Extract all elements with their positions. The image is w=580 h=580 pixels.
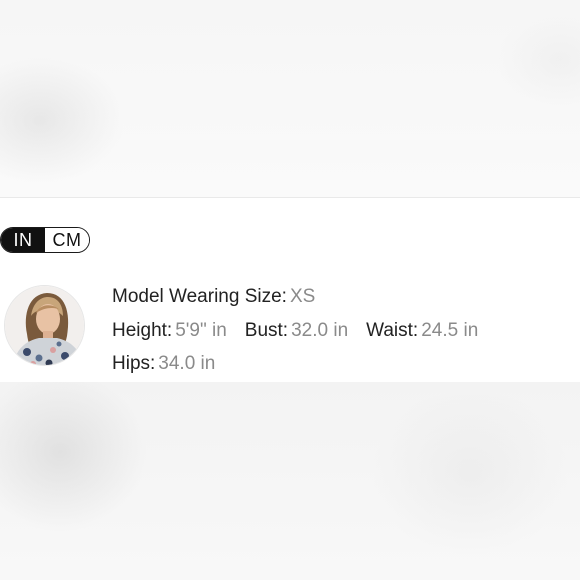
size-value: XS xyxy=(289,286,316,307)
hips-value: 34.0 in xyxy=(158,353,216,374)
bust-label: Bust: xyxy=(244,319,289,341)
waist-label: Waist: xyxy=(366,319,419,341)
unit-toggle[interactable]: IN CM xyxy=(0,227,90,253)
waist-value: 24.5 in xyxy=(421,319,479,341)
unit-option-in[interactable]: IN xyxy=(1,228,45,252)
blurred-product-image-top xyxy=(0,0,580,198)
model-photo-icon xyxy=(5,286,84,365)
size-label: Model Wearing Size: xyxy=(112,286,287,307)
model-size-row: Model Wearing Size: XS xyxy=(112,280,478,314)
blurred-product-image-bottom xyxy=(0,382,580,580)
measurements-row: Height: 5'9" in Bust: 32.0 in Waist: 24.5 in xyxy=(112,314,478,348)
section-divider xyxy=(0,197,580,198)
model-avatar xyxy=(4,285,85,366)
height-value: 5'9" in xyxy=(175,319,227,341)
unit-option-cm[interactable]: CM xyxy=(45,228,89,252)
height-label: Height: xyxy=(112,319,173,341)
bust-value: 32.0 in xyxy=(291,319,349,341)
model-measurements: Model Wearing Size: XS Height: 5'9" in Bust… xyxy=(112,280,478,381)
hips-row: Hips: 34.0 in xyxy=(112,347,478,381)
hips-label: Hips: xyxy=(112,353,156,374)
